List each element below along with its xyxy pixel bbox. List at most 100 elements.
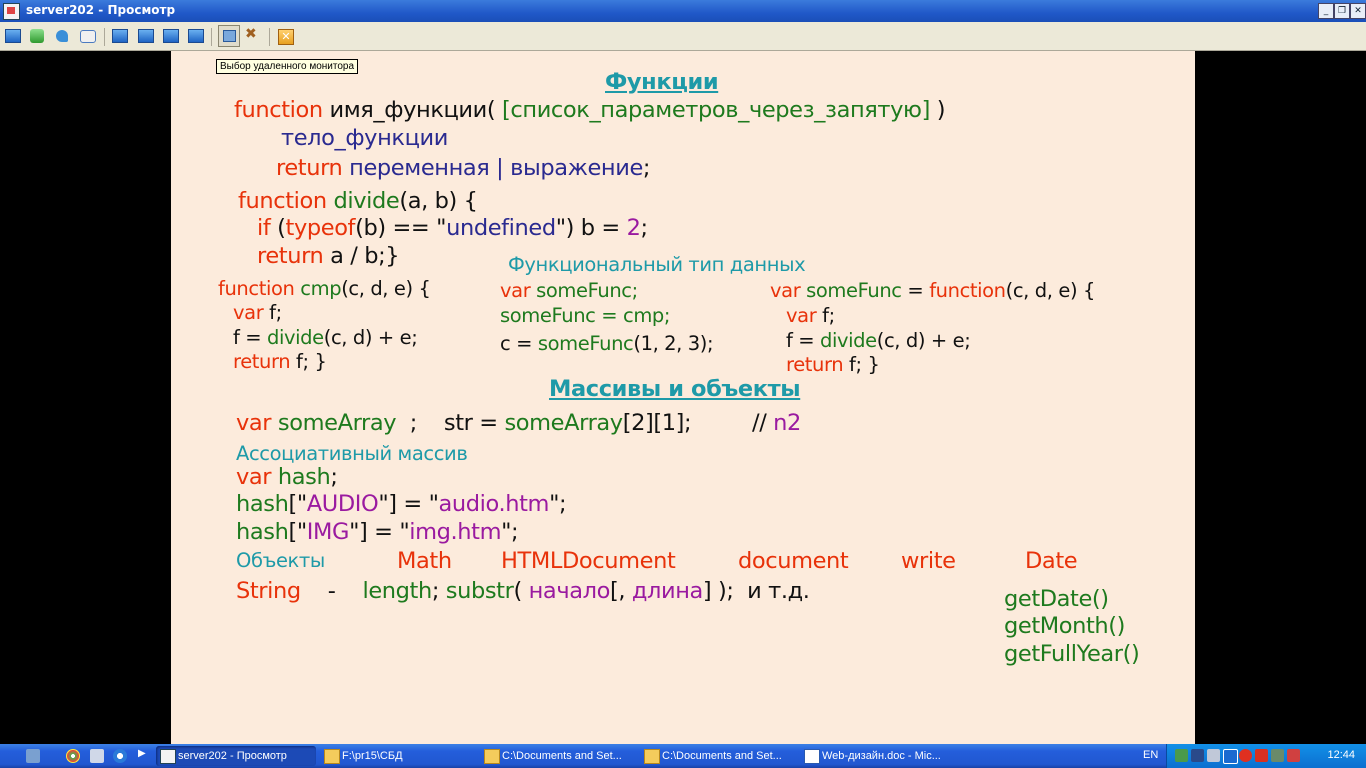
folder-icon bbox=[324, 749, 340, 764]
taskbar-item-word[interactable]: Web-дизайн.doc - Mic... bbox=[800, 746, 958, 766]
volume-icon[interactable] bbox=[1207, 749, 1220, 762]
syntax-line-3: return переменная | выражение; bbox=[276, 155, 650, 181]
code: ] ); bbox=[702, 578, 734, 604]
code: [" bbox=[288, 519, 307, 545]
semicolon: ; bbox=[431, 578, 440, 604]
mid-line-1: var someFunc; bbox=[500, 279, 638, 302]
args: (a, b) { bbox=[399, 188, 478, 214]
keyword: return bbox=[257, 243, 324, 269]
comment: // bbox=[752, 410, 767, 436]
params: [список_параметров_через_запятую] bbox=[502, 97, 930, 123]
code: someFunc; bbox=[536, 279, 638, 302]
keyword: typeof bbox=[285, 215, 356, 241]
number: 2 bbox=[626, 215, 641, 241]
method: substr bbox=[445, 578, 514, 604]
minimize-button[interactable]: _ bbox=[1318, 3, 1334, 19]
my-computer-icon[interactable] bbox=[90, 749, 104, 763]
word-icon bbox=[804, 749, 820, 764]
param: длина bbox=[631, 578, 703, 604]
expression: переменная | выражение bbox=[349, 155, 643, 181]
param: начало bbox=[528, 578, 611, 604]
function-name: someFunc bbox=[537, 332, 634, 355]
code: "; bbox=[549, 491, 567, 517]
app-icon bbox=[160, 749, 176, 764]
monitor-tray-icon[interactable] bbox=[1191, 749, 1204, 762]
app-icon[interactable] bbox=[3, 3, 20, 20]
show-desktop-icon[interactable] bbox=[26, 749, 40, 763]
usb-icon[interactable] bbox=[1271, 749, 1284, 762]
window-icon[interactable] bbox=[112, 29, 128, 43]
exit-icon[interactable]: ✕ bbox=[278, 29, 294, 45]
taskbar-item-viewer[interactable]: server202 - Просмотр bbox=[156, 746, 316, 766]
hash-line-2: hash["AUDIO"] = "audio.htm"; bbox=[236, 491, 567, 517]
folder-icon bbox=[484, 749, 500, 764]
code: a / b;} bbox=[330, 243, 400, 269]
chat-icon[interactable] bbox=[80, 30, 96, 43]
operator: = bbox=[907, 279, 924, 302]
keyword: function bbox=[929, 279, 1006, 302]
semicolon: ; bbox=[409, 410, 418, 436]
quicklaunch-arrow-icon[interactable]: ▶ bbox=[138, 748, 146, 759]
alert-icon[interactable] bbox=[1287, 749, 1300, 762]
toolbar-separator bbox=[269, 28, 270, 46]
close-button[interactable]: ✕ bbox=[1350, 3, 1366, 19]
object-name: String bbox=[236, 578, 301, 604]
refresh-icon[interactable] bbox=[188, 29, 204, 43]
title-bar[interactable]: server202 - Просмотр _ ❐ ✕ bbox=[0, 0, 1366, 22]
viewer-toolbar: ✖ ✕ bbox=[0, 22, 1366, 51]
restore-button[interactable]: ❐ bbox=[1334, 3, 1350, 19]
code: f = bbox=[233, 326, 262, 349]
divide-line-3: return a / b;} bbox=[257, 243, 400, 269]
toolbar-separator bbox=[211, 28, 212, 46]
code: (b) == " bbox=[355, 215, 447, 241]
semicolon: ; bbox=[330, 464, 338, 490]
function-name: имя_функции( bbox=[329, 97, 496, 123]
language-indicator[interactable]: EN bbox=[1143, 749, 1158, 761]
network-icon[interactable] bbox=[1175, 749, 1188, 762]
code: (1, 2, 3); bbox=[633, 332, 714, 355]
taskbar-item-label: C:\Documents and Set... bbox=[662, 750, 782, 762]
variable: hash bbox=[236, 491, 289, 517]
shield-icon[interactable] bbox=[1255, 749, 1268, 762]
code: str = bbox=[443, 410, 498, 436]
date-method: getMonth() bbox=[1004, 613, 1126, 639]
date-method: getFullYear() bbox=[1004, 641, 1140, 667]
paren: ( bbox=[513, 578, 522, 604]
taskbar-item-folder[interactable]: F:\pr15\СБД bbox=[320, 746, 478, 766]
phone-icon[interactable] bbox=[56, 30, 68, 42]
mid-line-3: c = someFunc(1, 2, 3); bbox=[500, 332, 714, 355]
screen-icon[interactable] bbox=[163, 29, 179, 43]
monitor-icon[interactable] bbox=[5, 29, 21, 43]
string: audio.htm bbox=[438, 491, 550, 517]
fullscreen-icon[interactable] bbox=[138, 29, 154, 43]
string: AUDIO bbox=[306, 491, 379, 517]
taskbar-item-folder[interactable]: C:\Documents and Set... bbox=[640, 746, 798, 766]
function-name: divide bbox=[267, 326, 324, 349]
ie-icon[interactable] bbox=[113, 749, 127, 763]
dash: - bbox=[327, 578, 336, 604]
object-item: Date bbox=[1025, 548, 1078, 574]
property: length bbox=[362, 578, 433, 604]
remote-slide: Функции function имя_функции( [список_па… bbox=[171, 51, 1195, 744]
select-monitor-icon[interactable] bbox=[218, 25, 240, 47]
keyword: function bbox=[218, 277, 295, 300]
keyword: return bbox=[233, 350, 291, 373]
code: (c, d) + e; bbox=[323, 326, 418, 349]
string: undefined bbox=[446, 215, 556, 241]
args: (c, d, e) { bbox=[1005, 279, 1096, 302]
toolbar-separator bbox=[104, 28, 105, 46]
keyword: var bbox=[233, 301, 264, 324]
window-title: server202 - Просмотр bbox=[26, 3, 176, 17]
code: (c, d) + e; bbox=[876, 329, 971, 352]
tools-icon[interactable]: ✖ bbox=[245, 26, 263, 44]
clock[interactable]: 12:44 bbox=[1327, 749, 1355, 761]
right-line-2: var f; bbox=[786, 304, 835, 327]
chrome-icon[interactable] bbox=[66, 749, 80, 763]
app-tray-icon[interactable] bbox=[1223, 749, 1238, 764]
etc: и т.д. bbox=[747, 578, 810, 604]
code: f; bbox=[269, 301, 282, 324]
antivirus-icon[interactable] bbox=[1239, 749, 1252, 762]
sync-icon[interactable] bbox=[30, 29, 44, 43]
string: img.htm bbox=[409, 519, 502, 545]
taskbar-item-folder[interactable]: C:\Documents and Set... bbox=[480, 746, 638, 766]
